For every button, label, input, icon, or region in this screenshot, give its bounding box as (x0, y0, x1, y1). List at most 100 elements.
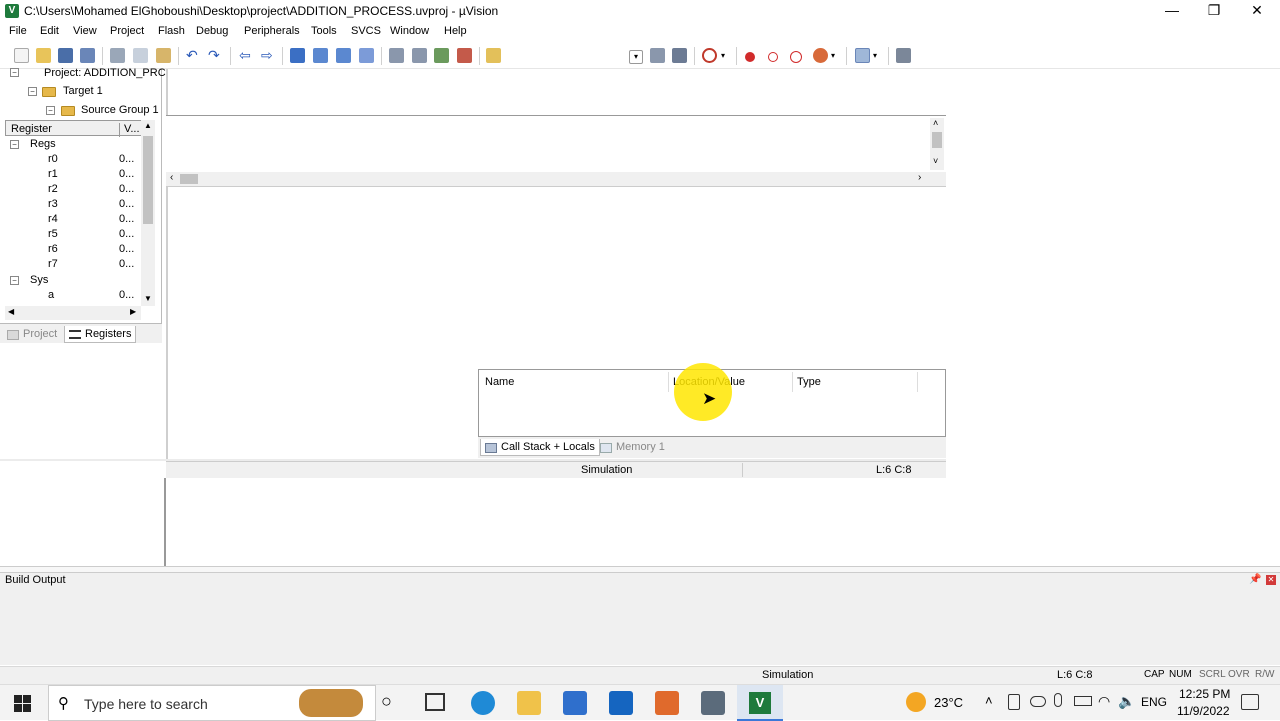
register-row[interactable]: r3 0... (5, 198, 145, 213)
scroll-right-icon[interactable]: ▶ (130, 307, 136, 316)
unindent-icon[interactable] (412, 48, 427, 63)
device-icon[interactable] (1008, 694, 1020, 710)
insert-breakpoint-icon[interactable] (745, 52, 755, 62)
kill-breakpoints-icon[interactable] (790, 51, 802, 63)
register-row[interactable]: r2 0... (5, 183, 145, 198)
menu-flash[interactable]: Flash (158, 25, 185, 37)
save-all-icon[interactable] (80, 48, 95, 63)
register-row[interactable]: r6 0... (5, 243, 145, 258)
navigate-forward-icon[interactable]: ⇨ (261, 48, 276, 63)
show-hidden-icons-chevron-icon[interactable]: ˄ (985, 693, 993, 708)
menu-file[interactable]: File (9, 25, 27, 37)
volume-icon[interactable]: 🔈 (1118, 693, 1135, 710)
edge-icon[interactable] (471, 691, 495, 715)
onedrive-cloud-icon[interactable] (1030, 696, 1046, 707)
source-group-node[interactable]: Source Group 1 (81, 104, 159, 116)
disassembly-hscroll-thumb[interactable] (180, 174, 198, 184)
target-node[interactable]: Target 1 (63, 85, 103, 97)
incremental-find-icon[interactable] (672, 48, 687, 63)
bookmark-icon[interactable] (290, 48, 305, 63)
menu-project[interactable]: Project (110, 25, 144, 37)
collapse-project-icon[interactable]: − (10, 68, 19, 77)
camera-icon[interactable] (701, 691, 725, 715)
configure-wrench-icon[interactable] (896, 48, 911, 63)
wifi-icon[interactable]: ◠ (1098, 693, 1110, 710)
disassembly-scroll-thumb[interactable] (932, 132, 942, 148)
windows-start-icon[interactable] (14, 695, 32, 712)
menu-help[interactable]: Help (444, 25, 467, 37)
collapse-sys-icon[interactable]: − (10, 276, 19, 285)
register-row[interactable]: r4 0... (5, 213, 145, 228)
copy-icon[interactable] (133, 48, 148, 63)
mail-icon[interactable] (609, 691, 633, 715)
menu-view[interactable]: View (73, 25, 97, 37)
debug-dropdown-chevron-icon[interactable]: ▾ (721, 52, 729, 60)
scroll-left-icon[interactable]: ‹ (170, 172, 173, 183)
menu-peripherals[interactable]: Peripherals (244, 25, 300, 37)
register-column-label[interactable]: Register (11, 123, 52, 135)
scroll-left-icon[interactable]: ◀ (8, 307, 14, 316)
comment-icon[interactable] (434, 48, 449, 63)
battery-icon[interactable] (1074, 696, 1092, 706)
scroll-up-icon[interactable]: ˄ (933, 118, 938, 128)
disassembly-horizontal-scrollbar[interactable]: ‹ › (166, 172, 946, 186)
debug-session-icon[interactable] (702, 48, 717, 63)
clear-bookmarks-icon[interactable] (359, 48, 374, 63)
register-row[interactable]: a 0... (5, 289, 145, 304)
menu-window[interactable]: Window (390, 25, 429, 37)
microphone-icon[interactable] (1054, 693, 1062, 707)
find-icon[interactable] (650, 48, 665, 63)
language-indicator[interactable]: ENG (1141, 695, 1167, 709)
tab-call-stack-locals[interactable]: Call Stack + Locals (480, 439, 600, 456)
build-output-close-icon[interactable]: ✕ (1266, 575, 1276, 585)
weather-temperature[interactable]: 23°C (934, 695, 963, 710)
search-box[interactable]: ⚲ Type here to search (48, 685, 376, 721)
window-layout-icon[interactable] (855, 48, 870, 63)
save-icon[interactable] (58, 48, 73, 63)
disable-breakpoint-icon[interactable] (768, 52, 778, 62)
open-folder-icon[interactable] (36, 48, 51, 63)
project-node[interactable]: Project: ADDITION_PRC (44, 67, 166, 79)
sys-group[interactable]: Sys (30, 274, 48, 286)
trace-icon[interactable] (813, 48, 828, 63)
find-in-files-icon[interactable] (486, 48, 501, 63)
prev-bookmark-icon[interactable] (313, 48, 328, 63)
type-column-header[interactable]: Type (797, 376, 821, 388)
clock-date[interactable]: 11/9/2022 (1177, 704, 1230, 718)
navigate-back-icon[interactable]: ⇦ (239, 48, 254, 63)
name-column-header[interactable]: Name (485, 376, 514, 388)
undo-icon[interactable]: ↶ (186, 48, 201, 63)
new-file-icon[interactable] (14, 48, 29, 63)
menu-debug[interactable]: Debug (196, 25, 228, 37)
uvision-taskbar-button[interactable]: V (737, 685, 783, 721)
register-row[interactable]: r1 0... (5, 168, 145, 183)
tab-memory-1[interactable]: Memory 1 (596, 439, 669, 456)
regs-group[interactable]: Regs (30, 138, 56, 150)
close-button[interactable]: ✕ (1235, 0, 1279, 22)
store-icon[interactable] (563, 691, 587, 715)
disassembly-window[interactable]: ˄ ˅ ‹ › (166, 115, 946, 187)
tab-registers[interactable]: Registers (64, 326, 137, 343)
cortana-icon[interactable]: ○ (381, 691, 392, 712)
redo-icon[interactable]: ↷ (208, 48, 223, 63)
indent-icon[interactable] (389, 48, 404, 63)
trace-dropdown-chevron-icon[interactable]: ▾ (831, 52, 839, 60)
registers-horizontal-scrollbar[interactable]: ◀ ▶ (5, 306, 141, 320)
uncomment-icon[interactable] (457, 48, 472, 63)
notifications-icon[interactable] (1241, 694, 1259, 710)
minimize-button[interactable]: — (1150, 0, 1194, 22)
clock-time[interactable]: 12:25 PM (1179, 687, 1230, 701)
file-explorer-icon[interactable] (517, 691, 541, 715)
register-row[interactable]: r5 0... (5, 228, 145, 243)
dropdown-chevron-icon[interactable]: ▾ (629, 50, 643, 64)
collapse-regs-icon[interactable]: − (10, 140, 19, 149)
build-output-area[interactable] (0, 588, 1280, 665)
register-row[interactable]: r7 0... (5, 258, 145, 273)
restore-button[interactable]: ❐ (1192, 0, 1236, 22)
cut-icon[interactable] (110, 48, 125, 63)
weather-sun-icon[interactable] (906, 692, 926, 712)
collapse-source-group-icon[interactable]: − (46, 106, 55, 115)
layout-dropdown-chevron-icon[interactable]: ▾ (873, 52, 881, 60)
register-row[interactable]: r0 0... (5, 153, 145, 168)
scroll-down-icon[interactable]: ˅ (933, 156, 938, 166)
